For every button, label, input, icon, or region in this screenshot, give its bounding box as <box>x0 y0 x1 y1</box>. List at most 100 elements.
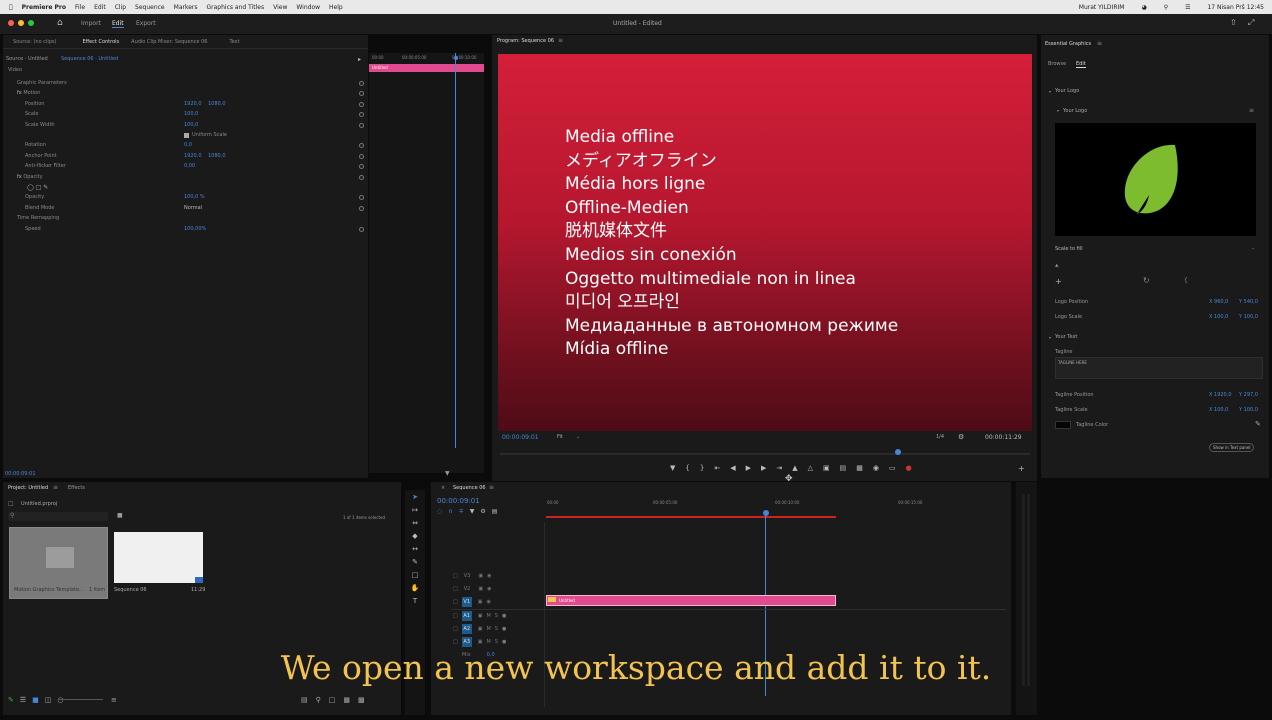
mark-in-icon[interactable]: { <box>685 464 689 472</box>
quick-export-icon[interactable]: ⇧ <box>1230 18 1237 27</box>
chevron-down-icon[interactable]: ▾ <box>1049 335 1051 340</box>
ellipse-mask-icon[interactable]: ◯ <box>27 184 34 191</box>
program-timecode[interactable]: 00:00:09:01 <box>502 434 539 441</box>
reset-icon[interactable] <box>359 101 364 107</box>
mic-icon[interactable]: ● <box>502 613 506 619</box>
solo-icon[interactable]: S <box>495 626 498 632</box>
settings-icon[interactable]: ⚙ <box>480 508 485 515</box>
freeform-view-icon[interactable]: ◫ <box>45 696 52 704</box>
effect-value[interactable]: 0,0 <box>184 142 192 148</box>
sync-icon[interactable]: ▣ <box>478 626 483 632</box>
eg-menu-icon[interactable]: ≡ <box>1097 40 1102 47</box>
lock-icon[interactable]: □ <box>453 573 458 579</box>
tab-text[interactable]: Text <box>229 39 239 45</box>
filter-icon[interactable]: ▼ <box>445 470 450 477</box>
mute-icon[interactable]: M <box>486 613 490 619</box>
lock-icon[interactable]: □ <box>453 626 458 632</box>
reset-icon[interactable] <box>359 143 364 149</box>
track-name[interactable]: A3 <box>461 636 472 647</box>
chevron-down-icon[interactable]: ⌄ <box>1251 245 1255 251</box>
selection-tool-icon[interactable]: ➤ <box>412 493 418 501</box>
timeline-timecode[interactable]: 00:00:09:01 <box>437 497 480 505</box>
record-icon[interactable]: ● <box>906 464 912 472</box>
fit-dropdown[interactable]: Fit <box>557 434 563 440</box>
sequence-selector[interactable]: Sequence 06 · Untitled <box>61 56 118 62</box>
export-frame-icon[interactable]: ▣ <box>823 464 830 472</box>
sync-icon[interactable]: ▣ <box>478 613 483 619</box>
apple-icon[interactable]:  <box>9 4 13 11</box>
eg-section-logo[interactable]: Your Logo <box>1055 88 1079 94</box>
home-icon[interactable]: ⌂ <box>57 18 63 28</box>
eye-icon[interactable]: ◉ <box>487 573 491 579</box>
tagline-scale-y[interactable]: Y 100,0 <box>1239 407 1258 413</box>
zoom-slider[interactable] <box>59 699 103 700</box>
step-forward-icon[interactable]: ▶ <box>761 464 766 472</box>
logo-position-y[interactable]: Y 540,0 <box>1239 299 1258 305</box>
program-video-frame[interactable]: Media offline メディアオフライン Média hors ligne… <box>498 54 1032 431</box>
tagline-text-field[interactable]: TAGLINE HERE <box>1055 357 1263 379</box>
new-item-icon[interactable]: ▦ <box>343 696 350 704</box>
timeline-playhead-handle[interactable] <box>763 510 769 516</box>
anchor-bracket-icon[interactable]: { <box>1184 277 1188 284</box>
mini-clip[interactable]: Untitled <box>369 64 484 72</box>
tab-edit[interactable]: Edit <box>112 20 124 28</box>
effect-row[interactable]: Blend Mode <box>25 205 54 211</box>
type-tool-icon[interactable]: T <box>413 597 417 605</box>
effect-value[interactable]: 100,0 <box>184 111 198 117</box>
track-name[interactable]: V3 <box>464 573 471 579</box>
effect-row[interactable]: Scale <box>25 111 38 117</box>
reset-icon[interactable] <box>359 164 364 170</box>
effect-row[interactable]: Opacity <box>25 194 44 200</box>
lock-icon[interactable]: □ <box>453 639 458 645</box>
find-icon[interactable]: ⚲ <box>316 696 321 704</box>
automate-icon[interactable]: ▤ <box>301 696 308 704</box>
ripple-edit-icon[interactable]: ⇔ <box>412 519 418 527</box>
program-scrub-bar[interactable] <box>500 453 1030 455</box>
eye-icon[interactable]: ◉ <box>486 599 490 605</box>
close-window-button[interactable] <box>8 20 14 26</box>
sync-icon[interactable]: ▣ <box>478 639 483 645</box>
menu-graphics[interactable]: Graphics and Titles <box>207 4 265 11</box>
effect-row[interactable]: Rotation <box>25 142 46 148</box>
tab-export[interactable]: Export <box>136 20 156 27</box>
sync-icon[interactable]: ▣ <box>478 573 483 579</box>
pen-mask-icon[interactable]: ✎ <box>43 184 48 191</box>
panel-menu-icon[interactable]: ≡ <box>489 484 494 491</box>
list-view-icon[interactable]: ☰ <box>20 696 26 704</box>
sync-icon[interactable]: ▣ <box>478 599 483 605</box>
icon-view-icon[interactable]: ■ <box>32 696 39 704</box>
lock-ratio-icon[interactable]: ▴ <box>1055 261 1059 269</box>
extract-icon[interactable]: △ <box>808 464 813 472</box>
reset-icon[interactable] <box>359 205 364 211</box>
panel-menu-icon[interactable]: ≡ <box>558 37 563 44</box>
snap-icon[interactable]: ∩ <box>448 508 452 515</box>
track-name[interactable]: A1 <box>461 610 472 621</box>
sync-icon[interactable]: ▣ <box>478 586 483 592</box>
effect-value[interactable]: 100,0 <box>184 122 198 128</box>
mic-icon[interactable]: ● <box>502 639 506 645</box>
eg-section-text[interactable]: Your Text <box>1055 334 1077 340</box>
wifi-icon[interactable]: ◕ <box>1141 4 1146 11</box>
tab-source[interactable]: Source: (no clips) <box>13 39 56 45</box>
insert-nest-icon[interactable]: ◌ <box>437 508 442 515</box>
anchor-crosshair-icon[interactable]: + <box>1055 277 1062 286</box>
solo-icon[interactable]: S <box>495 613 498 619</box>
logo-scale-x[interactable]: X 100,0 <box>1209 314 1228 320</box>
add-marker-icon[interactable]: ▼ <box>470 508 475 515</box>
fullscreen-icon[interactable]: ⤢ <box>1248 18 1254 28</box>
menu-view[interactable]: View <box>273 4 287 11</box>
effect-row[interactable]: Scale Width <box>25 122 55 128</box>
lock-icon[interactable]: □ <box>453 586 458 592</box>
tagline-position-y[interactable]: Y 297,0 <box>1239 392 1258 398</box>
eg-tab-edit[interactable]: Edit <box>1076 61 1086 68</box>
vr-view-icon[interactable]: ◉ <box>873 464 879 472</box>
reset-icon[interactable] <box>359 153 364 159</box>
timeline-clip[interactable]: Untitled <box>546 595 836 606</box>
effect-row[interactable]: Uniform Scale <box>192 132 227 138</box>
mute-icon[interactable]: M <box>486 639 490 645</box>
resolution-dropdown[interactable]: 1/4 <box>936 434 944 440</box>
solo-icon[interactable]: S <box>495 639 498 645</box>
logo-position-x[interactable]: X 960,0 <box>1209 299 1228 305</box>
tab-effects[interactable]: Effects <box>68 485 85 491</box>
go-to-out-icon[interactable]: ⇥ <box>776 464 782 472</box>
